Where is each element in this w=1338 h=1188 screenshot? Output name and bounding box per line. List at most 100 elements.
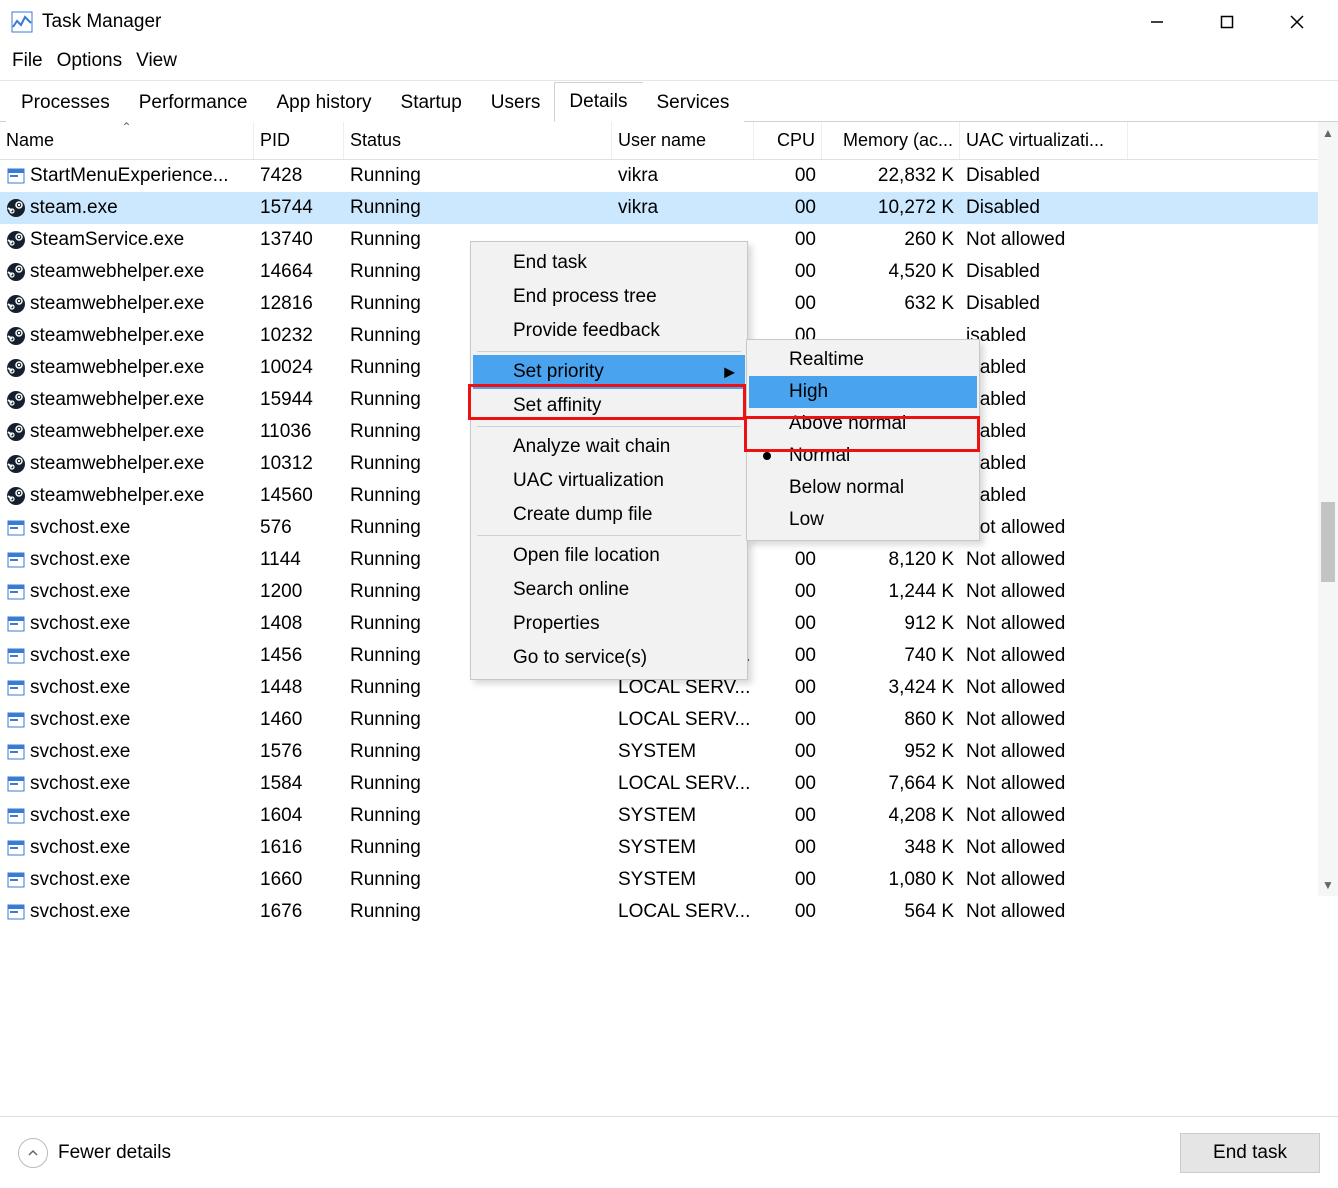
minimize-button[interactable] bbox=[1122, 2, 1192, 42]
cell-pid: 1456 bbox=[254, 643, 344, 669]
cell-cpu: 00 bbox=[754, 291, 822, 317]
cell-status: Running bbox=[344, 163, 612, 189]
cell-name: steamwebhelper.exe bbox=[30, 389, 204, 411]
context-menu-item[interactable]: Go to service(s) bbox=[473, 641, 745, 675]
scroll-up-icon[interactable]: ▲ bbox=[1318, 122, 1338, 144]
context-menu-item[interactable]: End process tree bbox=[473, 280, 745, 314]
tab-app-history[interactable]: App history bbox=[261, 83, 386, 122]
table-row[interactable]: svchost.exe1660RunningSYSTEM001,080 KNot… bbox=[0, 864, 1338, 896]
tabs: ProcessesPerformanceApp historyStartupUs… bbox=[0, 81, 1338, 122]
process-icon bbox=[6, 422, 26, 442]
titlebar: Task Manager bbox=[0, 0, 1338, 44]
context-menu-item[interactable]: Set priority▶ bbox=[473, 355, 745, 389]
priority-option[interactable]: Above normal bbox=[749, 408, 977, 440]
context-menu-item[interactable]: End task bbox=[473, 246, 745, 280]
cell-memory bbox=[822, 334, 960, 338]
close-button[interactable] bbox=[1262, 2, 1332, 42]
cell-uac: isabled bbox=[960, 387, 1128, 413]
tab-services[interactable]: Services bbox=[642, 83, 745, 122]
header-status[interactable]: Status bbox=[344, 122, 612, 159]
tab-details[interactable]: Details bbox=[554, 82, 642, 122]
cell-uac: Not allowed bbox=[960, 771, 1128, 797]
cell-cpu: 00 bbox=[754, 643, 822, 669]
cell-status: Running bbox=[344, 771, 612, 797]
end-task-button[interactable]: End task bbox=[1180, 1133, 1320, 1173]
cell-cpu: 00 bbox=[754, 707, 822, 733]
menu-options[interactable]: Options bbox=[53, 48, 126, 74]
sort-indicator-icon: ⌃ bbox=[121, 122, 131, 134]
cell-name: steamwebhelper.exe bbox=[30, 453, 204, 475]
cell-uac: Not allowed bbox=[960, 707, 1128, 733]
cell-pid: 10232 bbox=[254, 323, 344, 349]
header-memory[interactable]: Memory (ac... bbox=[822, 122, 960, 159]
context-menu-item[interactable]: Properties bbox=[473, 607, 745, 641]
footer-bar: Fewer details End task bbox=[0, 1116, 1338, 1188]
cell-status: Running bbox=[344, 867, 612, 893]
header-cpu[interactable]: CPU bbox=[754, 122, 822, 159]
process-icon bbox=[6, 294, 26, 314]
cell-status: Running bbox=[344, 835, 612, 861]
header-name[interactable]: Name⌃ bbox=[0, 122, 254, 159]
cell-pid: 1616 bbox=[254, 835, 344, 861]
priority-option[interactable]: Normal bbox=[749, 440, 977, 472]
context-menu-item[interactable]: Analyze wait chain bbox=[473, 430, 745, 464]
table-row[interactable]: StartMenuExperience...7428Runningvikra00… bbox=[0, 160, 1338, 192]
table-row[interactable]: svchost.exe1616RunningSYSTEM00348 KNot a… bbox=[0, 832, 1338, 864]
process-icon bbox=[6, 518, 26, 538]
cell-memory: 22,832 K bbox=[822, 163, 960, 189]
cell-memory: 860 K bbox=[822, 707, 960, 733]
cell-pid: 1460 bbox=[254, 707, 344, 733]
tab-startup[interactable]: Startup bbox=[386, 83, 477, 122]
cell-uac: Not allowed bbox=[960, 227, 1128, 253]
table-row[interactable]: svchost.exe1584RunningLOCAL SERV...007,6… bbox=[0, 768, 1338, 800]
table-row[interactable]: svchost.exe1676RunningLOCAL SERV...00564… bbox=[0, 896, 1338, 928]
priority-option[interactable]: Realtime bbox=[749, 344, 977, 376]
table-row[interactable]: svchost.exe1576RunningSYSTEM00952 KNot a… bbox=[0, 736, 1338, 768]
scroll-down-icon[interactable]: ▼ bbox=[1318, 874, 1338, 896]
cell-user: vikra bbox=[612, 195, 754, 221]
menu-file[interactable]: File bbox=[8, 48, 47, 74]
context-menu-item[interactable]: UAC virtualization bbox=[473, 464, 745, 498]
cell-uac: isabled bbox=[960, 323, 1128, 349]
scrollbar-thumb[interactable] bbox=[1321, 502, 1335, 582]
maximize-button[interactable] bbox=[1192, 2, 1262, 42]
table-row[interactable]: svchost.exe1460RunningLOCAL SERV...00860… bbox=[0, 704, 1338, 736]
context-menu-item[interactable]: Set affinity bbox=[473, 389, 745, 423]
cell-uac: Not allowed bbox=[960, 835, 1128, 861]
table-row[interactable]: steam.exe15744Runningvikra0010,272 KDisa… bbox=[0, 192, 1338, 224]
cell-pid: 1576 bbox=[254, 739, 344, 765]
context-menu-item[interactable]: Provide feedback bbox=[473, 314, 745, 348]
context-menu-item[interactable]: Create dump file bbox=[473, 498, 745, 532]
cell-memory: 632 K bbox=[822, 291, 960, 317]
cell-memory: 7,664 K bbox=[822, 771, 960, 797]
cell-name: SteamService.exe bbox=[30, 229, 184, 251]
cell-cpu: 00 bbox=[754, 771, 822, 797]
tab-performance[interactable]: Performance bbox=[124, 83, 263, 122]
context-menu-item[interactable]: Search online bbox=[473, 573, 745, 607]
context-menu-item[interactable]: Open file location bbox=[473, 539, 745, 573]
vertical-scrollbar[interactable]: ▲ ▼ bbox=[1318, 122, 1338, 896]
cell-memory: 3,424 K bbox=[822, 675, 960, 701]
menu-view[interactable]: View bbox=[132, 48, 181, 74]
cell-uac: Not allowed bbox=[960, 899, 1128, 925]
cell-pid: 1604 bbox=[254, 803, 344, 829]
cell-name: svchost.exe bbox=[30, 709, 130, 731]
header-user[interactable]: User name bbox=[612, 122, 754, 159]
tab-processes[interactable]: Processes bbox=[6, 83, 125, 122]
priority-option[interactable]: Low bbox=[749, 504, 977, 536]
tab-users[interactable]: Users bbox=[476, 83, 556, 122]
fewer-details-toggle[interactable]: Fewer details bbox=[18, 1138, 171, 1168]
cell-cpu: 00 bbox=[754, 739, 822, 765]
priority-option[interactable]: High bbox=[749, 376, 977, 408]
menu-separator bbox=[477, 426, 741, 427]
cell-pid: 1200 bbox=[254, 579, 344, 605]
checked-indicator-icon bbox=[763, 452, 771, 460]
priority-option[interactable]: Below normal bbox=[749, 472, 977, 504]
header-pid[interactable]: PID bbox=[254, 122, 344, 159]
table-row[interactable]: svchost.exe1604RunningSYSTEM004,208 KNot… bbox=[0, 800, 1338, 832]
cell-uac: Not allowed bbox=[960, 547, 1128, 573]
header-uac[interactable]: UAC virtualizati... bbox=[960, 122, 1128, 159]
chevron-up-icon bbox=[18, 1138, 48, 1168]
cell-uac: isabled bbox=[960, 451, 1128, 477]
cell-cpu: 00 bbox=[754, 611, 822, 637]
